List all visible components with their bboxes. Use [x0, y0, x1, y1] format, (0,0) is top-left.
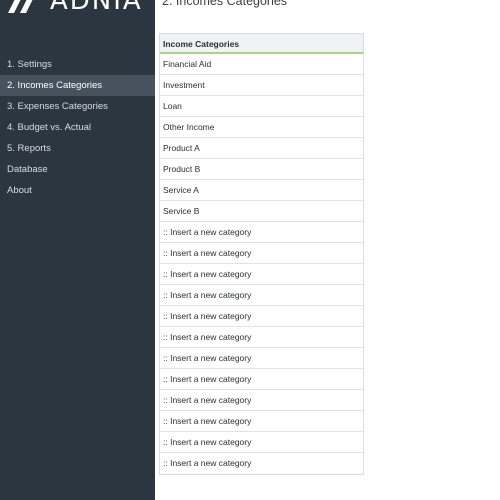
table-row[interactable]: Product B: [160, 159, 363, 180]
table-row-insert[interactable]: :: Insert a new category: [160, 453, 363, 474]
table-row[interactable]: Service A: [160, 180, 363, 201]
sidebar-item-budget-vs-actual[interactable]: 4. Budget vs. Actual: [0, 117, 155, 138]
income-categories-table: Income Categories Financial Aid Investme…: [159, 33, 364, 475]
table-row-insert[interactable]: :: Insert a new category: [160, 306, 363, 327]
table-row-insert[interactable]: :: Insert a new category: [160, 264, 363, 285]
sidebar-item-database[interactable]: Database: [0, 159, 155, 180]
table-row[interactable]: Product A: [160, 138, 363, 159]
sidebar-item-settings[interactable]: 1. Settings: [0, 54, 155, 75]
table-row-insert[interactable]: :: Insert a new category: [160, 411, 363, 432]
table-row-insert[interactable]: :: Insert a new category: [160, 327, 363, 348]
sidebar: ADNIA 1. Settings 2. Incomes Categories …: [0, 0, 155, 500]
sidebar-nav: 1. Settings 2. Incomes Categories 3. Exp…: [0, 54, 155, 201]
table-row-insert[interactable]: :: Insert a new category: [160, 390, 363, 411]
sidebar-item-incomes-categories[interactable]: 2. Incomes Categories: [0, 75, 155, 96]
table-row-insert[interactable]: :: Insert a new category: [160, 243, 363, 264]
adnia-logo-icon: [8, 0, 33, 13]
brand-logo[interactable]: ADNIA: [6, 0, 143, 16]
table-row-insert[interactable]: :: Insert a new category: [160, 222, 363, 243]
sidebar-item-expenses-categories[interactable]: 3. Expenses Categories: [0, 96, 155, 117]
page-title: 2. Incomes Categories: [162, 0, 288, 8]
table-row[interactable]: Investment: [160, 75, 363, 96]
sidebar-item-reports[interactable]: 5. Reports: [0, 138, 155, 159]
table-row-insert[interactable]: :: Insert a new category: [160, 432, 363, 453]
table-row-insert[interactable]: :: Insert a new category: [160, 369, 363, 390]
table-row-insert[interactable]: :: Insert a new category: [160, 285, 363, 306]
table-row[interactable]: Other Income: [160, 117, 363, 138]
table-row[interactable]: Financial Aid: [160, 54, 363, 75]
table-header-income-categories[interactable]: Income Categories: [160, 33, 363, 54]
table-row[interactable]: Loan: [160, 96, 363, 117]
brand-name: ADNIA: [50, 0, 143, 16]
sidebar-item-about[interactable]: About: [0, 180, 155, 201]
table-row-insert[interactable]: :: Insert a new category: [160, 348, 363, 369]
table-row[interactable]: Service B: [160, 201, 363, 222]
